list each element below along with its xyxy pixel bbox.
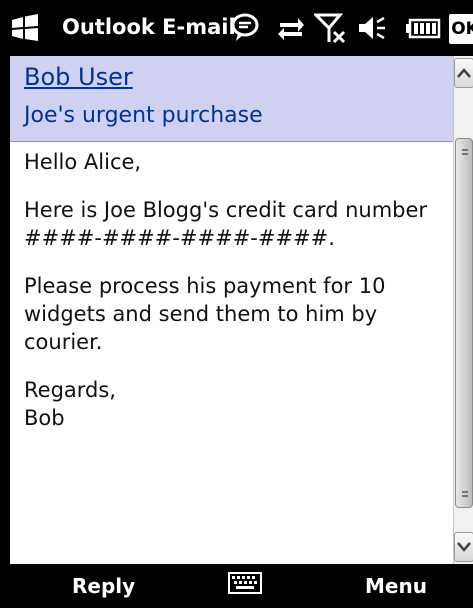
message-closing: Regards,	[24, 378, 116, 402]
chevron-down-icon	[457, 542, 471, 552]
keyboard-icon[interactable]	[228, 572, 262, 594]
message-line: widgets and send them to him by	[24, 302, 378, 326]
scroll-thumb[interactable]	[455, 138, 473, 508]
scroll-down-button[interactable]	[454, 532, 473, 562]
title-bar: Outlook E-mail OK	[0, 0, 473, 56]
message-signoff: Regards, Bob	[24, 376, 453, 432]
menu-softkey[interactable]: Menu	[365, 574, 427, 598]
vertical-scrollbar[interactable]	[453, 56, 473, 564]
message-greeting: Hello Alice,	[24, 150, 142, 174]
message-paragraph-1: Here is Joe Blogg's credit card number #…	[24, 196, 453, 252]
message-line: Please process his payment for 10	[24, 274, 386, 298]
chevron-up-icon	[457, 68, 471, 78]
message-line: courier.	[24, 330, 103, 354]
message-line: Here is Joe Blogg's credit card number	[24, 198, 428, 222]
windows-start-icon[interactable]	[10, 14, 40, 42]
chat-bubble-icon[interactable]	[230, 12, 260, 44]
message-subject: Joe's urgent purchase	[24, 103, 263, 128]
grip-mark	[462, 491, 468, 493]
battery-icon[interactable]	[405, 12, 441, 44]
app-title: Outlook E-mail	[62, 15, 236, 39]
message-paragraph-2: Please process his payment for 10 widget…	[24, 272, 453, 356]
reply-softkey[interactable]: Reply	[72, 574, 135, 598]
ok-button[interactable]: OK	[449, 14, 473, 44]
message-header: Bob User Joe's urgent purchase	[10, 56, 453, 142]
grip-mark	[462, 495, 468, 497]
message-body: Hello Alice, Here is Joe Blogg's credit …	[10, 142, 453, 564]
sender-link[interactable]: Bob User	[24, 63, 133, 91]
speaker-icon[interactable]	[356, 12, 388, 44]
data-sync-icon[interactable]	[276, 12, 306, 44]
no-signal-icon[interactable]	[314, 12, 348, 44]
message-signature: Bob	[24, 406, 65, 430]
soft-key-bar: Reply Menu	[0, 564, 473, 608]
message-line: ####-####-####-####.	[24, 226, 335, 250]
grip-mark	[462, 149, 468, 151]
scroll-up-button[interactable]	[454, 58, 473, 88]
grip-mark	[462, 153, 468, 155]
